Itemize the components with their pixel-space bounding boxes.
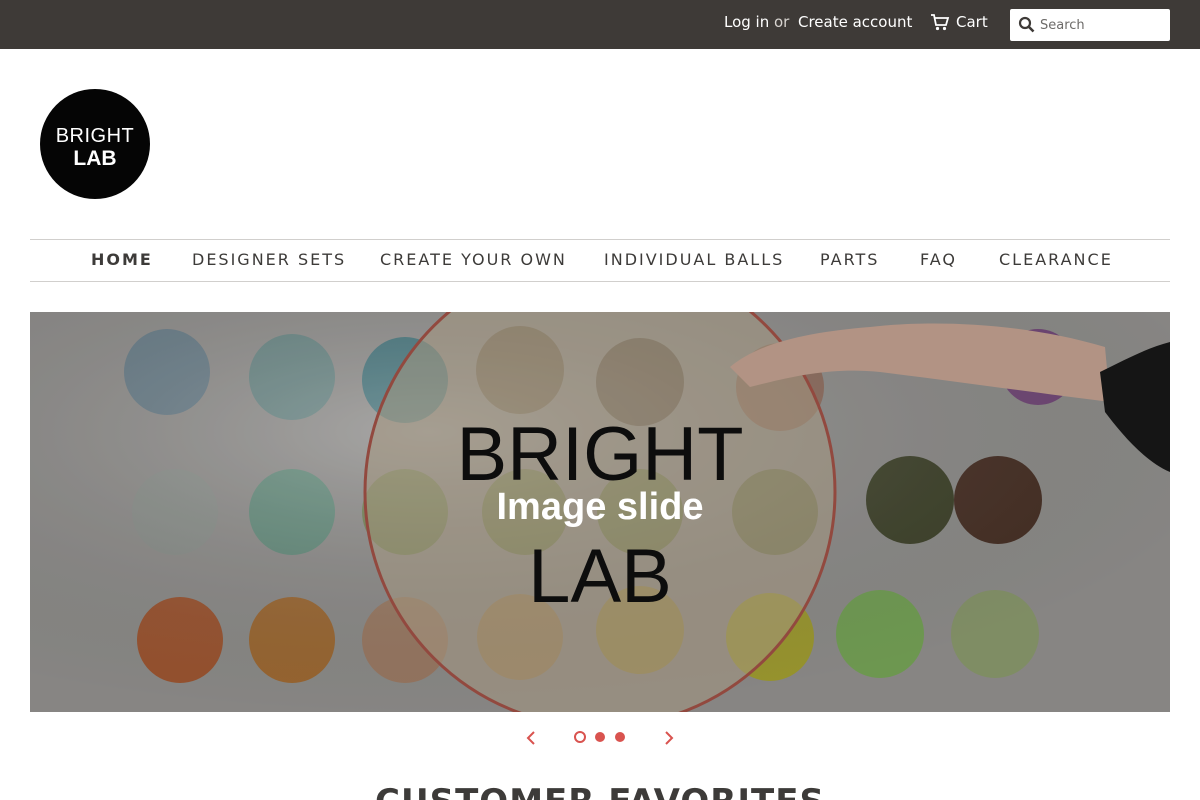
nav-item-designer-sets[interactable]: DESIGNER SETS xyxy=(192,250,346,269)
section-title: CUSTOMER FAVORITES xyxy=(0,782,1200,800)
nav-item-clearance[interactable]: CLEARANCE xyxy=(999,250,1113,269)
login-link[interactable]: Log in xyxy=(724,13,769,31)
chevron-left-icon[interactable] xyxy=(522,728,542,748)
top-bar: Log in or Create account Cart xyxy=(0,0,1200,49)
cart-icon[interactable] xyxy=(930,13,950,31)
nav-item-create-your-own[interactable]: CREATE YOUR OWN xyxy=(380,250,567,269)
slide-dot-1[interactable] xyxy=(574,731,586,743)
search-icon[interactable] xyxy=(1018,16,1035,33)
nav-item-faq[interactable]: FAQ xyxy=(920,250,957,269)
nav-item-home[interactable]: HOME xyxy=(91,250,153,269)
site-logo[interactable]: BRIGHT LAB xyxy=(40,89,150,199)
chevron-right-icon[interactable] xyxy=(658,728,678,748)
slide-dot-2[interactable] xyxy=(595,732,605,742)
cart-link[interactable]: Cart xyxy=(956,13,988,31)
create-account-link[interactable]: Create account xyxy=(798,13,912,31)
main-nav: HOME DESIGNER SETS CREATE YOUR OWN INDIV… xyxy=(30,239,1170,282)
nav-item-parts[interactable]: PARTS xyxy=(820,250,879,269)
slide-dot-3[interactable] xyxy=(615,732,625,742)
logo-text-line1: BRIGHT xyxy=(55,125,135,147)
search-box xyxy=(1010,9,1170,41)
search-input[interactable] xyxy=(1040,15,1165,35)
slide-caption: Image slide xyxy=(496,486,704,528)
or-separator: or xyxy=(774,13,790,31)
logo-text-line2: LAB xyxy=(73,147,117,170)
nav-item-individual-balls[interactable]: INDIVIDUAL BALLS xyxy=(604,250,784,269)
